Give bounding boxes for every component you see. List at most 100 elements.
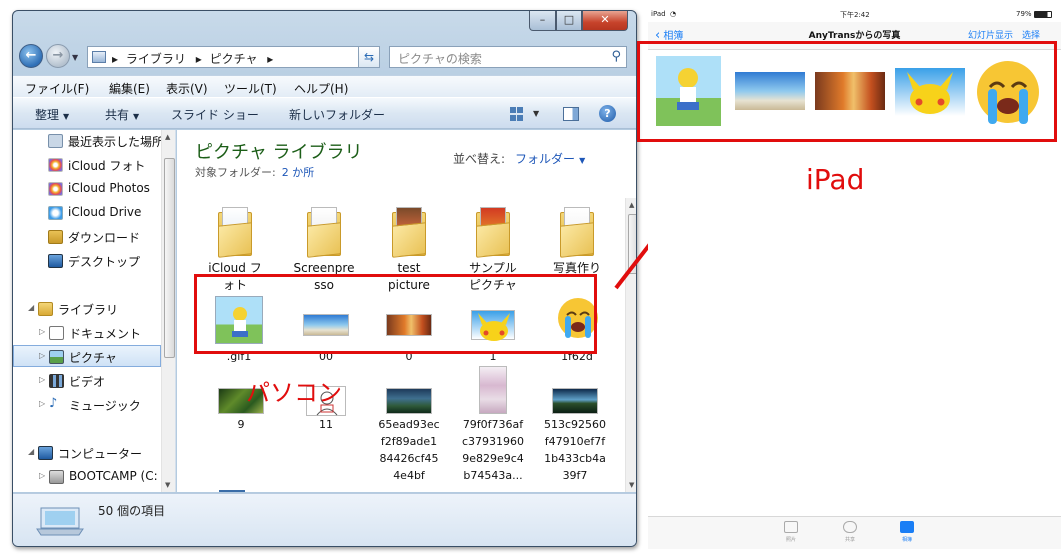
collapsed-arrow-icon[interactable]: ▷ [39, 375, 45, 384]
nav-item-computer[interactable]: ◢ コンピューター [13, 442, 161, 464]
tab-albums[interactable]: 相簿 [887, 521, 927, 543]
search-placeholder: ピクチャの検索 [398, 52, 482, 66]
nav-item-label: ミュージック [69, 399, 141, 413]
file-label-line: f47910ef7f [544, 435, 606, 448]
minimize-button[interactable]: – [529, 11, 556, 31]
collapsed-arrow-icon[interactable]: ▷ [39, 351, 45, 360]
battery-percent: 79% [1016, 10, 1032, 18]
nav-item-libraries[interactable]: ◢ ライブラリ [13, 298, 161, 320]
nav-item-recent-places[interactable]: 最近表示した場所 [13, 130, 164, 152]
view-options-icon[interactable] [510, 107, 524, 121]
file-label-line: 79f0f736af [462, 418, 524, 431]
nav-item-icloud-photos[interactable]: iCloud Photos [13, 178, 161, 200]
item-count: 50 個の項目 [98, 504, 166, 518]
navigation-scrollbar[interactable]: ▲ ▼ [161, 130, 175, 492]
chevron-down-icon[interactable]: ▼ [579, 156, 585, 165]
library-locations-link[interactable]: 2 か所 [282, 166, 315, 179]
file-label-line: 9e829e9c4 [462, 452, 524, 465]
nav-item-pictures[interactable]: ▷ ピクチャ [13, 345, 161, 367]
breadcrumb-item-pictures[interactable]: ピクチャ [210, 52, 258, 66]
preview-pane-icon[interactable] [563, 107, 579, 121]
file-label-line: b74543a... [463, 469, 523, 482]
nav-item-bootcamp[interactable]: ▷ BOOTCAMP (C: [13, 466, 161, 488]
scroll-down-icon[interactable]: ▼ [165, 481, 170, 489]
file-label-line: 84426cf45 [379, 452, 439, 465]
slideshow-button[interactable]: スライド ショー [171, 106, 259, 123]
nav-item-label: iCloud フォト [68, 159, 146, 173]
breadcrumb-separator-icon: ▸ [267, 52, 274, 66]
downloads-folder-icon [48, 230, 63, 244]
back-button[interactable]: ← [19, 44, 43, 68]
sort-control[interactable]: 並べ替え: フォルダー ▼ [453, 150, 585, 167]
nav-item-label: ライブラリ [58, 303, 119, 317]
collapsed-arrow-icon[interactable]: ▷ [39, 327, 45, 336]
nav-item-desktop[interactable]: デスクトップ [13, 250, 161, 272]
chevron-down-icon[interactable]: ▼ [533, 109, 539, 118]
tab-photos[interactable]: 照片 [771, 521, 811, 543]
close-button[interactable]: ✕ [582, 11, 628, 31]
menu-tools[interactable]: ツール(T) [224, 80, 277, 97]
file-label: 11 [319, 418, 333, 431]
nav-item-icloud-drive[interactable]: iCloud Drive [13, 202, 161, 224]
pc-highlight-box [194, 274, 597, 354]
landscape-thumbnail [386, 388, 432, 414]
expanded-arrow-icon[interactable]: ◢ [28, 303, 34, 312]
search-icon[interactable]: ⚲ [611, 49, 621, 64]
file-label: 9 [237, 418, 245, 431]
navigation-pane: 最近表示した場所 iCloud フォト iCloud Photos iCloud… [13, 130, 176, 492]
select-button[interactable]: 选择 [1022, 28, 1040, 41]
sort-value[interactable]: フォルダー [515, 152, 575, 166]
menu-help[interactable]: ヘルプ(H) [294, 80, 348, 97]
organize-label: 整理 [35, 108, 60, 122]
folder-front [307, 222, 341, 258]
nav-item-icloud-photo-jp[interactable]: iCloud フォト [13, 154, 161, 176]
slideshow-button[interactable]: 幻灯片显示 [968, 28, 1013, 41]
library-title: ピクチャ ライブラリ [195, 142, 363, 163]
help-icon[interactable]: ? [599, 105, 616, 122]
folder-front [218, 222, 252, 258]
wifi-icon: ◔ [670, 10, 677, 18]
menu-file[interactable]: ファイル(F) [25, 80, 89, 97]
chevron-down-icon: ▼ [63, 112, 70, 121]
scroll-down-icon[interactable]: ▼ [629, 481, 634, 489]
pictures-icon [49, 350, 64, 364]
folder-front [560, 222, 594, 258]
refresh-button[interactable]: ⇆ [358, 46, 380, 68]
search-input[interactable]: ピクチャの検索 ⚲ [389, 46, 627, 68]
expanded-arrow-icon[interactable]: ◢ [28, 447, 34, 456]
music-note-icon: ♪ [49, 396, 58, 411]
address-bar[interactable]: ▸ ライブラリ ▸ ピクチャ ▸ ▼ [87, 46, 377, 68]
folder-front [392, 222, 426, 258]
cloud-icon [843, 521, 857, 533]
history-dropdown-icon[interactable]: ▼ [72, 53, 78, 62]
libraries-icon [38, 302, 53, 316]
breadcrumb-item-library[interactable]: ライブラリ [126, 52, 186, 66]
nav-item-downloads[interactable]: ダウンロード [13, 226, 161, 248]
collapsed-arrow-icon[interactable]: ▷ [39, 471, 45, 480]
nav-item-videos[interactable]: ▷ ビデオ [13, 370, 161, 392]
icloud-drive-icon [48, 206, 63, 220]
forward-button[interactable]: → [46, 44, 70, 68]
nav-item-label: iCloud Photos [68, 181, 150, 195]
library-icon [92, 51, 106, 63]
photos-tab-icon [784, 521, 798, 533]
nav-item-documents[interactable]: ▷ ドキュメント [13, 322, 161, 344]
nav-item-label: BOOTCAMP (C: [69, 469, 158, 483]
share-button[interactable]: 共有 ▼ [105, 106, 139, 123]
scroll-up-icon[interactable]: ▲ [165, 133, 170, 141]
menu-edit[interactable]: 編集(E) [109, 80, 150, 97]
organize-button[interactable]: 整理 ▼ [35, 106, 69, 123]
nav-item-music[interactable]: ▷ ♪ ミュージック [13, 394, 161, 416]
folder-front [476, 222, 510, 258]
scrollbar-thumb[interactable] [164, 158, 175, 358]
file-label-line: 1b433cb4a [544, 452, 606, 465]
library-subtitle: 対象フォルダー: 2 か所 [195, 164, 314, 180]
tab-shared[interactable]: 共享 [830, 521, 870, 543]
collapsed-arrow-icon[interactable]: ▷ [39, 399, 45, 408]
menu-bar: ファイル(F) 編集(E) 表示(V) ツール(T) ヘルプ(H) [13, 75, 636, 97]
sort-label: 並べ替え: [453, 152, 506, 166]
file-label: 513c92560 f47910ef7f 1b433cb4a 39f7 [533, 416, 617, 484]
menu-view[interactable]: 表示(V) [166, 80, 208, 97]
new-folder-button[interactable]: 新しいフォルダー [289, 106, 385, 123]
maximize-button[interactable]: □ [556, 11, 582, 31]
